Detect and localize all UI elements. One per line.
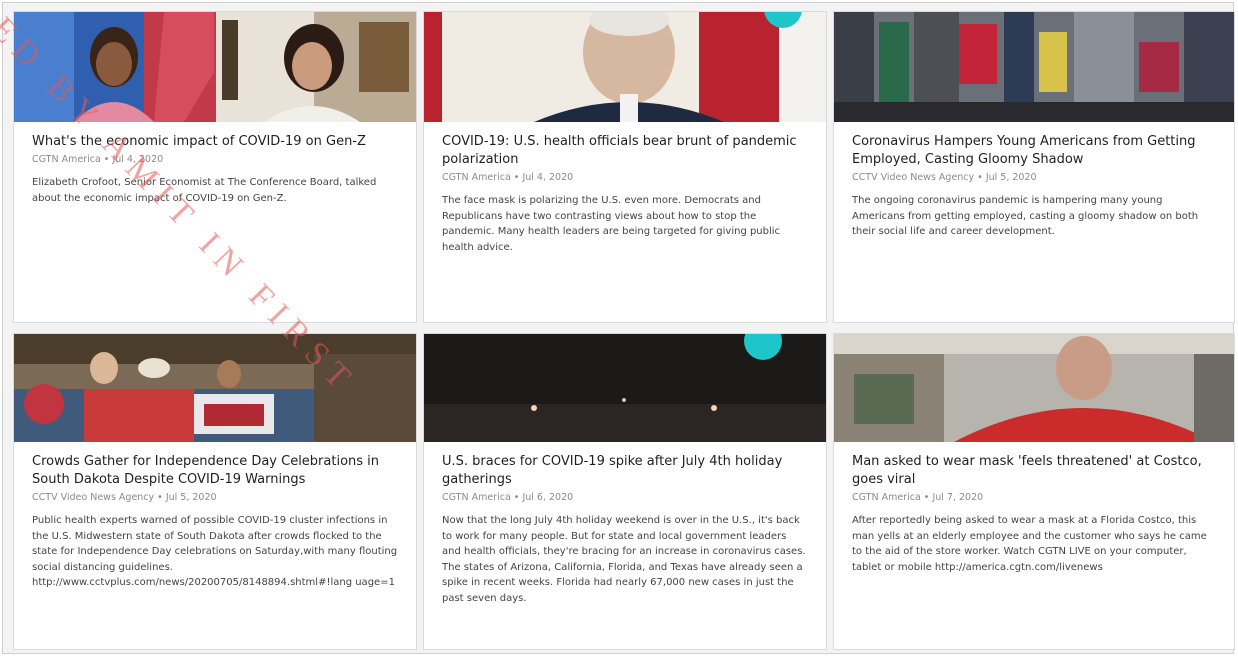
video-meta: CCTV Video News Agency • Jul 5, 2020 — [32, 492, 398, 503]
video-meta: CGTN America • Jul 4, 2020 — [442, 172, 808, 183]
video-grid: What's the economic impact of COVID-19 o… — [13, 11, 1235, 651]
video-meta: CCTV Video News Agency • Jul 5, 2020 — [852, 172, 1216, 183]
meta-separator: • — [154, 492, 166, 503]
video-meta: CGTN America • Jul 7, 2020 — [852, 492, 1216, 503]
video-description: The ongoing coronavirus pandemic is hamp… — [852, 195, 1199, 237]
meta-separator: • — [100, 154, 113, 165]
video-title[interactable]: Crowds Gather for Independence Day Celeb… — [32, 453, 398, 489]
video-source: CGTN America — [32, 154, 101, 165]
video-title[interactable]: Man asked to wear mask 'feels threatened… — [852, 453, 1216, 489]
video-source: CGTN America — [852, 492, 921, 503]
video-card[interactable]: Crowds Gather for Independence Day Celeb… — [13, 333, 417, 650]
video-title[interactable]: Coronavirus Hampers Young Americans from… — [852, 133, 1216, 169]
video-card[interactable]: U.S. braces for COVID-19 spike after Jul… — [423, 333, 827, 650]
video-date: Jul 5, 2020 — [165, 492, 217, 503]
video-description: Elizabeth Crofoot, Senior Economist at T… — [32, 177, 377, 204]
video-card[interactable]: Coronavirus Hampers Young Americans from… — [833, 11, 1235, 323]
video-date: Jul 5, 2020 — [985, 172, 1037, 183]
video-description: Now that the long July 4th holiday weeke… — [442, 515, 806, 604]
video-title[interactable]: COVID-19: U.S. health officials bear bru… — [442, 133, 808, 169]
results-panel: What's the economic impact of COVID-19 o… — [2, 2, 1235, 654]
video-source: CCTV Video News Agency — [32, 492, 155, 503]
video-source: CGTN America — [442, 492, 511, 503]
video-thumbnail[interactable] — [834, 12, 1234, 122]
video-thumbnail[interactable] — [424, 334, 826, 442]
video-thumbnail[interactable] — [14, 334, 416, 442]
video-meta: CGTN America • Jul 4, 2020 — [32, 154, 398, 165]
video-card[interactable]: Man asked to wear mask 'feels threatened… — [833, 333, 1235, 650]
video-title[interactable]: What's the economic impact of COVID-19 o… — [32, 133, 398, 151]
video-card[interactable]: COVID-19: U.S. health officials bear bru… — [423, 11, 827, 323]
video-card[interactable]: What's the economic impact of COVID-19 o… — [13, 11, 417, 323]
meta-separator: • — [510, 172, 523, 183]
video-thumbnail[interactable] — [834, 334, 1234, 442]
video-date: Jul 4, 2020 — [522, 172, 574, 183]
video-source: CCTV Video News Agency — [852, 172, 975, 183]
meta-separator: • — [920, 492, 933, 503]
meta-separator: • — [510, 492, 523, 503]
video-title[interactable]: U.S. braces for COVID-19 spike after Jul… — [442, 453, 808, 489]
video-thumbnail[interactable] — [424, 12, 826, 122]
video-description: After reportedly being asked to wear a m… — [852, 515, 1207, 573]
video-date: Jul 4, 2020 — [112, 154, 164, 165]
video-thumbnail[interactable] — [14, 12, 416, 122]
video-description: Public health experts warned of possible… — [32, 515, 398, 588]
video-meta: CGTN America • Jul 6, 2020 — [442, 492, 808, 503]
video-date: Jul 6, 2020 — [522, 492, 574, 503]
video-source: CGTN America — [442, 172, 511, 183]
meta-separator: • — [974, 172, 986, 183]
video-date: Jul 7, 2020 — [932, 492, 984, 503]
video-description: The face mask is polarizing the U.S. eve… — [442, 195, 781, 253]
